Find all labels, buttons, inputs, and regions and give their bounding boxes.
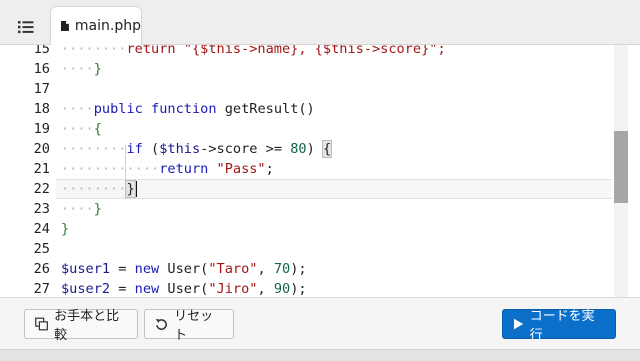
code-line-15: ········return "{$this->name}, {$this->s… bbox=[61, 45, 446, 57]
code-editor[interactable]: 15 16 17 18 19 20 21 22 23 24 25 26 27 ·… bbox=[0, 45, 640, 297]
file-icon bbox=[61, 20, 69, 32]
line-number-gutter: 15 16 17 18 19 20 21 22 23 24 25 26 27 bbox=[0, 45, 56, 297]
tab-label: main.php bbox=[74, 18, 141, 34]
line-number: 27 bbox=[33, 281, 50, 297]
line-number: 16 bbox=[33, 61, 50, 77]
compare-with-sample-button[interactable]: お手本と比較 bbox=[24, 309, 138, 343]
line-number: 19 bbox=[33, 121, 50, 137]
line-number: 25 bbox=[33, 241, 50, 257]
tab-bar: main.php bbox=[0, 0, 640, 45]
tab-main-php[interactable]: main.php bbox=[50, 6, 142, 45]
code-line-23: ····} bbox=[61, 201, 102, 217]
file-list-button[interactable] bbox=[6, 10, 46, 44]
line-number: 24 bbox=[33, 221, 50, 237]
line-number: 26 bbox=[33, 261, 50, 277]
code-line-24: } bbox=[61, 221, 70, 237]
reset-button-label: リセット bbox=[174, 309, 214, 343]
list-icon bbox=[18, 21, 34, 34]
line-number: 22 bbox=[33, 181, 50, 197]
text-cursor bbox=[135, 181, 138, 197]
editor-toolbar: お手本と比較 リセット コードを実行 bbox=[0, 297, 640, 350]
play-icon bbox=[513, 318, 524, 330]
reset-button[interactable]: リセット bbox=[144, 309, 234, 343]
code-line-27: $user2 = new User("Jiro", 90); bbox=[61, 281, 307, 297]
footer-bar bbox=[0, 349, 640, 361]
line-number: 17 bbox=[33, 81, 50, 97]
line-number: 15 bbox=[33, 45, 50, 57]
line-number: 20 bbox=[33, 141, 50, 157]
line-number: 23 bbox=[33, 201, 50, 217]
code-line-26: $user1 = new User("Taro", 70); bbox=[61, 261, 307, 277]
code-line-21: ············return "Pass"; bbox=[61, 161, 274, 177]
scrollbar-thumb[interactable] bbox=[614, 131, 628, 203]
code-line-18: ····public function getResult() bbox=[61, 101, 315, 117]
code-line-20: ········if ($this->score >= 80) { bbox=[61, 140, 333, 158]
run-button-label: コードを実行 bbox=[529, 309, 595, 343]
code-line-16: ····} bbox=[61, 61, 102, 77]
code-area[interactable]: ········return "{$this->name}, {$this->s… bbox=[61, 45, 611, 297]
compare-button-label: お手本と比較 bbox=[54, 309, 120, 343]
run-code-button[interactable]: コードを実行 bbox=[502, 309, 616, 343]
line-number: 21 bbox=[33, 161, 50, 177]
code-line-19: ····{ bbox=[61, 121, 102, 137]
code-line-22: ········} bbox=[61, 179, 138, 199]
line-number: 18 bbox=[33, 101, 50, 117]
copy-icon bbox=[35, 317, 48, 331]
undo-icon bbox=[155, 318, 167, 330]
